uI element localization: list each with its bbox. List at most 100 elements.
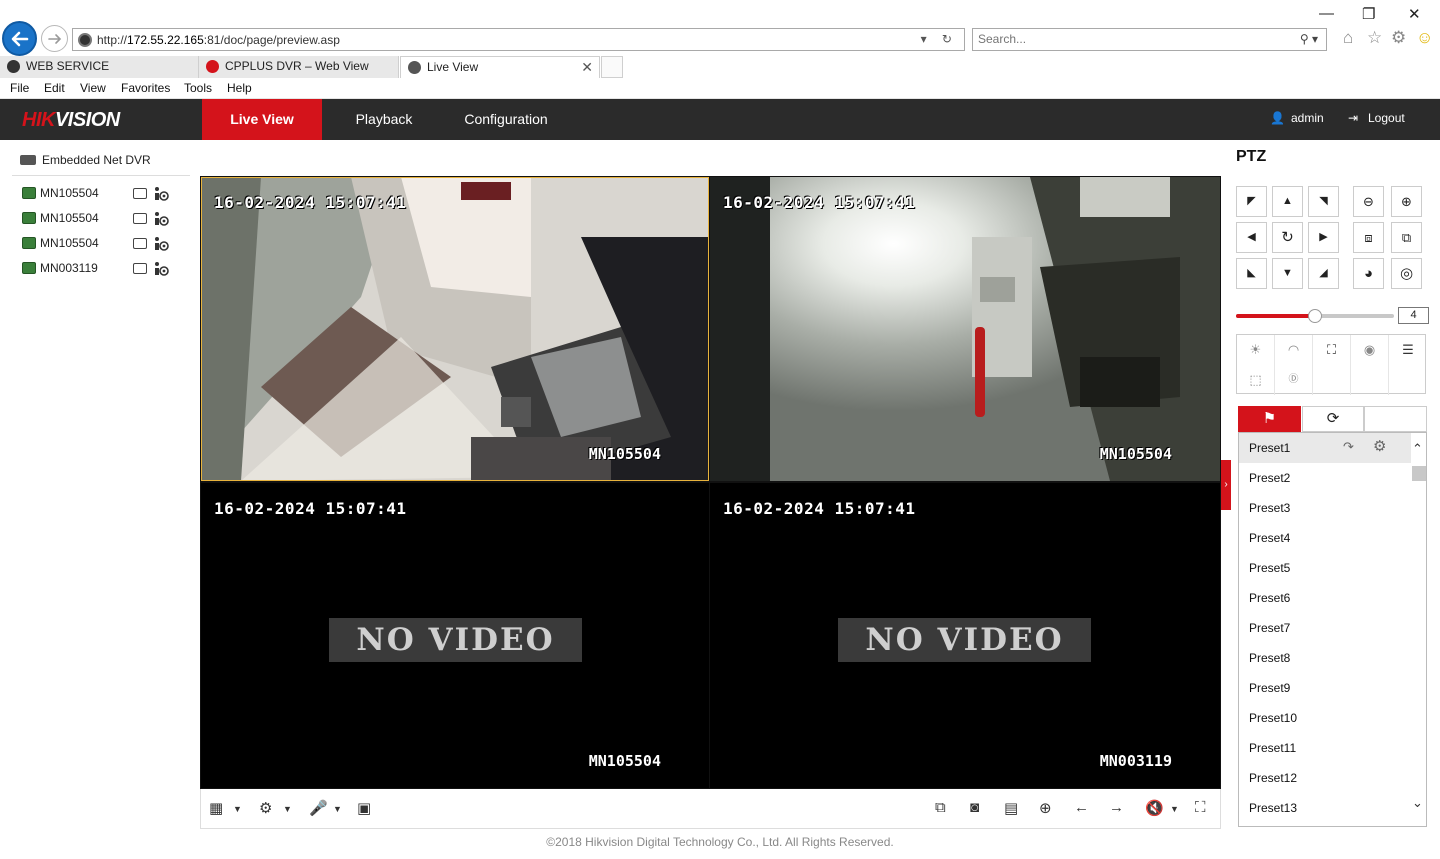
logout-icon[interactable]: ⇥ [1348, 111, 1358, 125]
tab-preset[interactable]: ⚑ [1238, 406, 1301, 432]
stop-all-icon[interactable]: ⧉ [935, 799, 946, 816]
list-item[interactable]: Preset8 [1239, 643, 1411, 673]
list-item[interactable]: Preset6 [1239, 583, 1411, 613]
video-window-1[interactable]: 16-02-2024 15:07:41 MN105504 [201, 177, 709, 481]
list-item[interactable]: Preset9 [1239, 673, 1411, 703]
list-item[interactable]: Preset11 [1239, 733, 1411, 763]
nav-live-view[interactable]: Live View [202, 99, 322, 140]
list-item[interactable]: Preset7 [1239, 613, 1411, 643]
nav-playback[interactable]: Playback [340, 99, 428, 140]
ptz-up-right-button[interactable]: ◥ [1308, 186, 1339, 217]
lens-init-icon[interactable]: ◉ [1351, 335, 1389, 365]
menu-file[interactable]: File [10, 81, 29, 95]
record-icon[interactable] [133, 188, 147, 199]
record-icon[interactable] [133, 263, 147, 274]
3d-zoom-icon[interactable]: Ⓓ [1275, 365, 1313, 395]
maximize-icon[interactable]: ❐ [1362, 5, 1375, 23]
fullscreen-icon[interactable]: ⛶ [1195, 799, 1206, 816]
smiley-feedback-icon[interactable]: ☺ [1416, 28, 1433, 48]
list-item[interactable]: Preset5 [1239, 553, 1411, 583]
preset-scrollbar[interactable]: ⌃ ⌄ [1411, 433, 1426, 826]
minimize-icon[interactable]: — [1319, 5, 1334, 22]
zoom-in-icon[interactable]: ⊕ [1039, 799, 1052, 817]
ptz-auto-scan-button[interactable]: ↻ [1272, 222, 1303, 253]
iris-close-icon[interactable]: ◎ [1391, 258, 1422, 289]
ptz-down-right-button[interactable]: ◢ [1308, 258, 1339, 289]
previous-page-icon[interactable]: ← [1074, 799, 1089, 816]
list-item[interactable]: Preset4 [1239, 523, 1411, 553]
wiper-icon[interactable]: ◠ [1275, 335, 1313, 365]
video-window-3[interactable]: 16-02-2024 15:07:41 NO VIDEO MN105504 [201, 483, 709, 788]
volume-muted-icon[interactable]: 🔇 [1145, 799, 1164, 817]
chevron-down-icon[interactable]: ⌄ [1412, 795, 1423, 811]
menu-view[interactable]: View [80, 81, 106, 95]
ptz-control-icon[interactable] [153, 236, 171, 252]
menu-favorites[interactable]: Favorites [121, 81, 170, 95]
search-box[interactable]: ⚲ ▾ [972, 28, 1327, 51]
focus-far-icon[interactable]: ⧉ [1391, 222, 1422, 253]
menu-icon[interactable]: ☰ [1389, 335, 1427, 365]
ptz-up-button[interactable]: ▲ [1272, 186, 1303, 217]
close-window-icon[interactable]: ✕ [1408, 5, 1421, 23]
ptz-control-icon[interactable] [153, 186, 171, 202]
camera-item[interactable]: MN003119 [22, 261, 182, 279]
light-icon[interactable]: ☀ [1237, 335, 1275, 365]
zoom-out-icon[interactable]: ⊖ [1353, 186, 1384, 217]
tab-web-service[interactable]: WEB SERVICE [0, 56, 199, 78]
list-item[interactable]: Preset3 [1239, 493, 1411, 523]
zoom-in-icon[interactable]: ⊕ [1391, 186, 1422, 217]
list-item[interactable]: Preset2 [1239, 463, 1411, 493]
ptz-up-left-button[interactable]: ◤ [1236, 186, 1267, 217]
manual-track-icon[interactable]: ⬚ [1237, 365, 1275, 395]
list-item[interactable]: Preset13 [1239, 793, 1411, 823]
chevron-down-icon[interactable]: ▼ [233, 804, 242, 814]
nav-configuration[interactable]: Configuration [450, 99, 562, 140]
capture-camera-icon[interactable]: ◙ [970, 799, 979, 816]
gear-icon[interactable]: ⚙ [1373, 437, 1386, 455]
slider-handle[interactable] [1308, 309, 1322, 323]
auxiliary-focus-icon[interactable]: ⛶ [1313, 335, 1351, 365]
video-window-2[interactable]: 16-02-2024 15:07:41 MN105504 [710, 177, 1220, 481]
monitor-icon[interactable]: ▣ [357, 799, 371, 817]
tab-cpplus[interactable]: CPPLUS DVR – Web View [199, 56, 399, 78]
tab-live-view[interactable]: Live View ✕ [400, 56, 600, 78]
chevron-up-icon[interactable]: ⌃ [1412, 441, 1423, 457]
ptz-down-left-button[interactable]: ◣ [1236, 258, 1267, 289]
ptz-control-icon[interactable] [153, 211, 171, 227]
record-icon[interactable] [133, 238, 147, 249]
device-root[interactable]: Embedded Net DVR [20, 153, 151, 167]
record-icon[interactable] [133, 213, 147, 224]
collapse-panel-tab[interactable]: › [1221, 460, 1231, 510]
list-item[interactable]: Preset10 [1239, 703, 1411, 733]
focus-near-icon[interactable]: ⧈ [1353, 222, 1384, 253]
chevron-down-icon[interactable]: ▼ [283, 804, 292, 814]
menu-help[interactable]: Help [227, 81, 252, 95]
search-icon[interactable]: ⚲ ▾ [1300, 32, 1318, 46]
ptz-speed-slider[interactable] [1236, 309, 1394, 323]
tab-patrol[interactable]: ⟳ [1302, 406, 1364, 432]
home-icon[interactable]: ⌂ [1343, 28, 1353, 48]
ptz-right-button[interactable]: ▶ [1308, 222, 1339, 253]
ptz-down-button[interactable]: ▼ [1272, 258, 1303, 289]
close-tab-icon[interactable]: ✕ [581, 59, 593, 76]
list-item[interactable]: Preset12 [1239, 763, 1411, 793]
address-bar[interactable]: http://172.55.22.165:81/doc/page/preview… [72, 28, 965, 51]
ptz-left-button[interactable]: ◀ [1236, 222, 1267, 253]
refresh-icon[interactable]: ▾ ↻ [921, 32, 958, 46]
favorites-star-icon[interactable]: ☆ [1367, 28, 1382, 48]
camera-item[interactable]: MN105504 [22, 186, 182, 204]
new-tab-button[interactable] [601, 56, 623, 78]
back-button[interactable] [2, 21, 37, 56]
record-clip-icon[interactable]: ▤ [1004, 799, 1018, 817]
chevron-down-icon[interactable]: ▼ [333, 804, 342, 814]
video-window-4[interactable]: 16-02-2024 15:07:41 NO VIDEO MN003119 [710, 483, 1220, 788]
next-page-icon[interactable]: → [1109, 799, 1124, 816]
ptz-control-icon[interactable] [153, 261, 171, 277]
window-layout-icon[interactable]: ▦ [209, 799, 223, 817]
microphone-icon[interactable]: 🎤 [309, 799, 328, 817]
logout-link[interactable]: Logout [1368, 111, 1405, 125]
search-input[interactable] [978, 32, 1278, 46]
scrollbar-thumb[interactable] [1412, 466, 1426, 481]
stream-type-icon[interactable]: ⚙ [259, 799, 272, 817]
menu-tools[interactable]: Tools [184, 81, 212, 95]
